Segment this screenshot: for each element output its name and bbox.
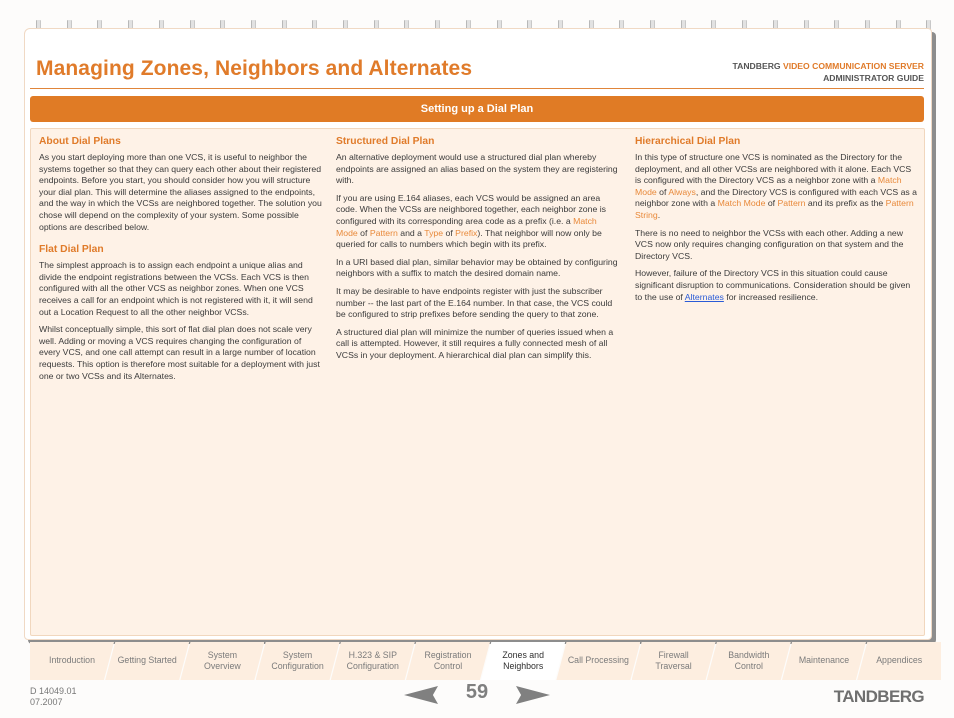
paragraph: An alternative deployment would use a st…: [336, 152, 618, 186]
paragraph: However, failure of the Directory VCS in…: [635, 268, 918, 303]
heading-flat-dial-plan: Flat Dial Plan: [39, 244, 104, 256]
text: of: [765, 198, 778, 209]
brand-guide: ADMINISTRATOR GUIDE: [823, 73, 924, 83]
paragraph: In a URI based dial plan, similar behavi…: [336, 256, 618, 279]
page-title: Managing Zones, Neighbors and Alternates: [36, 57, 473, 80]
tab-label: Maintenance: [798, 655, 850, 666]
paragraph: It may be desirable to have endpoints re…: [336, 285, 613, 320]
paragraph: As you start deploying more than one VCS…: [39, 152, 322, 232]
text: In this type of structure one VCS is nom…: [635, 152, 912, 186]
text: If you are using E.164 aliases, each VCS…: [336, 192, 606, 226]
doc-number: D 14049.01: [30, 686, 77, 696]
paragraph: The simplest approach is to assign each …: [39, 260, 313, 317]
text: and its prefix as the: [805, 198, 886, 209]
tab-system-overview[interactable]: System Overview: [180, 642, 265, 680]
chapter-tabs: Introduction Getting Started System Overvi…: [30, 642, 942, 682]
tab-h-323-sip-configuration[interactable]: H.323 & SIP Configuration: [330, 642, 415, 680]
pager: 59: [404, 681, 550, 710]
brand-company: TANDBERG: [732, 61, 781, 71]
keyword-pattern: Pattern: [369, 227, 398, 238]
header-divider: [30, 88, 924, 89]
keyword-prefix: Prefix: [455, 227, 478, 238]
tab-label: Appendices: [876, 655, 923, 666]
tab-bandwidth-control[interactable]: Bandwidth Control: [706, 642, 791, 680]
column-structured: Structured Dial Plan An alternative depl…: [336, 135, 619, 368]
heading-about-dial-plans: About Dial Plans: [39, 136, 121, 147]
paragraph: If you are using E.164 aliases, each VCS…: [336, 193, 619, 251]
tab-registration-control[interactable]: Registration Control: [406, 642, 490, 680]
paragraph: In this type of structure one VCS is nom…: [635, 152, 918, 222]
tab-call-processing[interactable]: Call Processing: [556, 642, 641, 680]
product-brand: TANDBERG VIDEO COMMUNICATION SERVER ADMI…: [733, 60, 924, 84]
tab-zones-and-neighbors[interactable]: Zones and Neighbors: [481, 642, 566, 680]
text: for increased resilience.: [723, 291, 819, 302]
document-id: D 14049.01 07.2007: [30, 686, 77, 708]
brand-product: VIDEO COMMUNICATION SERVER: [782, 61, 924, 71]
doc-date: 07.2007: [30, 697, 63, 707]
tab-label: Firewall Traversal: [655, 649, 692, 672]
tab-system-configuration[interactable]: System Configuration: [255, 642, 340, 680]
column-hierarchical: Hierarchical Dial Plan In this type of s…: [635, 135, 918, 309]
paragraph: A structured dial plan will minimize the…: [336, 326, 614, 360]
tab-firewall-traversal[interactable]: Firewall Traversal: [631, 642, 716, 680]
column-about: About Dial Plans As you start deploying …: [39, 135, 322, 388]
tab-label: Bandwidth Control: [728, 649, 770, 672]
tab-label: Registration Control: [424, 649, 472, 672]
text: of: [443, 227, 456, 238]
tab-label: System Configuration: [271, 649, 324, 672]
tab-maintenance[interactable]: Maintenance: [782, 642, 866, 680]
keyword-type: Type: [424, 227, 444, 238]
heading-structured-dial-plan: Structured Dial Plan: [336, 136, 435, 147]
tab-label: Call Processing: [567, 655, 629, 666]
section-title: Setting up a Dial Plan: [30, 96, 924, 122]
heading-hierarchical-dial-plan: Hierarchical Dial Plan: [635, 136, 741, 147]
alternates-link[interactable]: Alternates: [685, 292, 724, 302]
paragraph: Whilst conceptually simple, this sort of…: [39, 324, 320, 381]
keyword-pattern: Pattern: [777, 198, 806, 209]
tab-label: H.323 & SIP Configuration: [346, 649, 399, 672]
tab-appendices[interactable]: Appendices: [857, 642, 942, 680]
text: and a: [397, 227, 425, 238]
tandberg-logo: TANDBERG: [833, 687, 925, 706]
text: of: [656, 186, 669, 197]
tab-label: System Overview: [204, 649, 241, 672]
tab-label: Introduction: [49, 655, 95, 666]
tab-introduction[interactable]: Introduction: [30, 642, 114, 680]
keyword-always: Always: [668, 186, 696, 197]
tab-label: Zones and Neighbors: [502, 649, 544, 672]
paragraph: There is no need to neighbor the VCSs wi…: [635, 227, 904, 261]
tab-label: Getting Started: [117, 655, 177, 666]
text: .: [657, 209, 661, 220]
content-panel: About Dial Plans As you start deploying …: [30, 128, 925, 636]
keyword-match-mode: Match Mode: [717, 198, 766, 209]
tab-getting-started[interactable]: Getting Started: [105, 642, 190, 680]
text: of: [357, 227, 370, 238]
